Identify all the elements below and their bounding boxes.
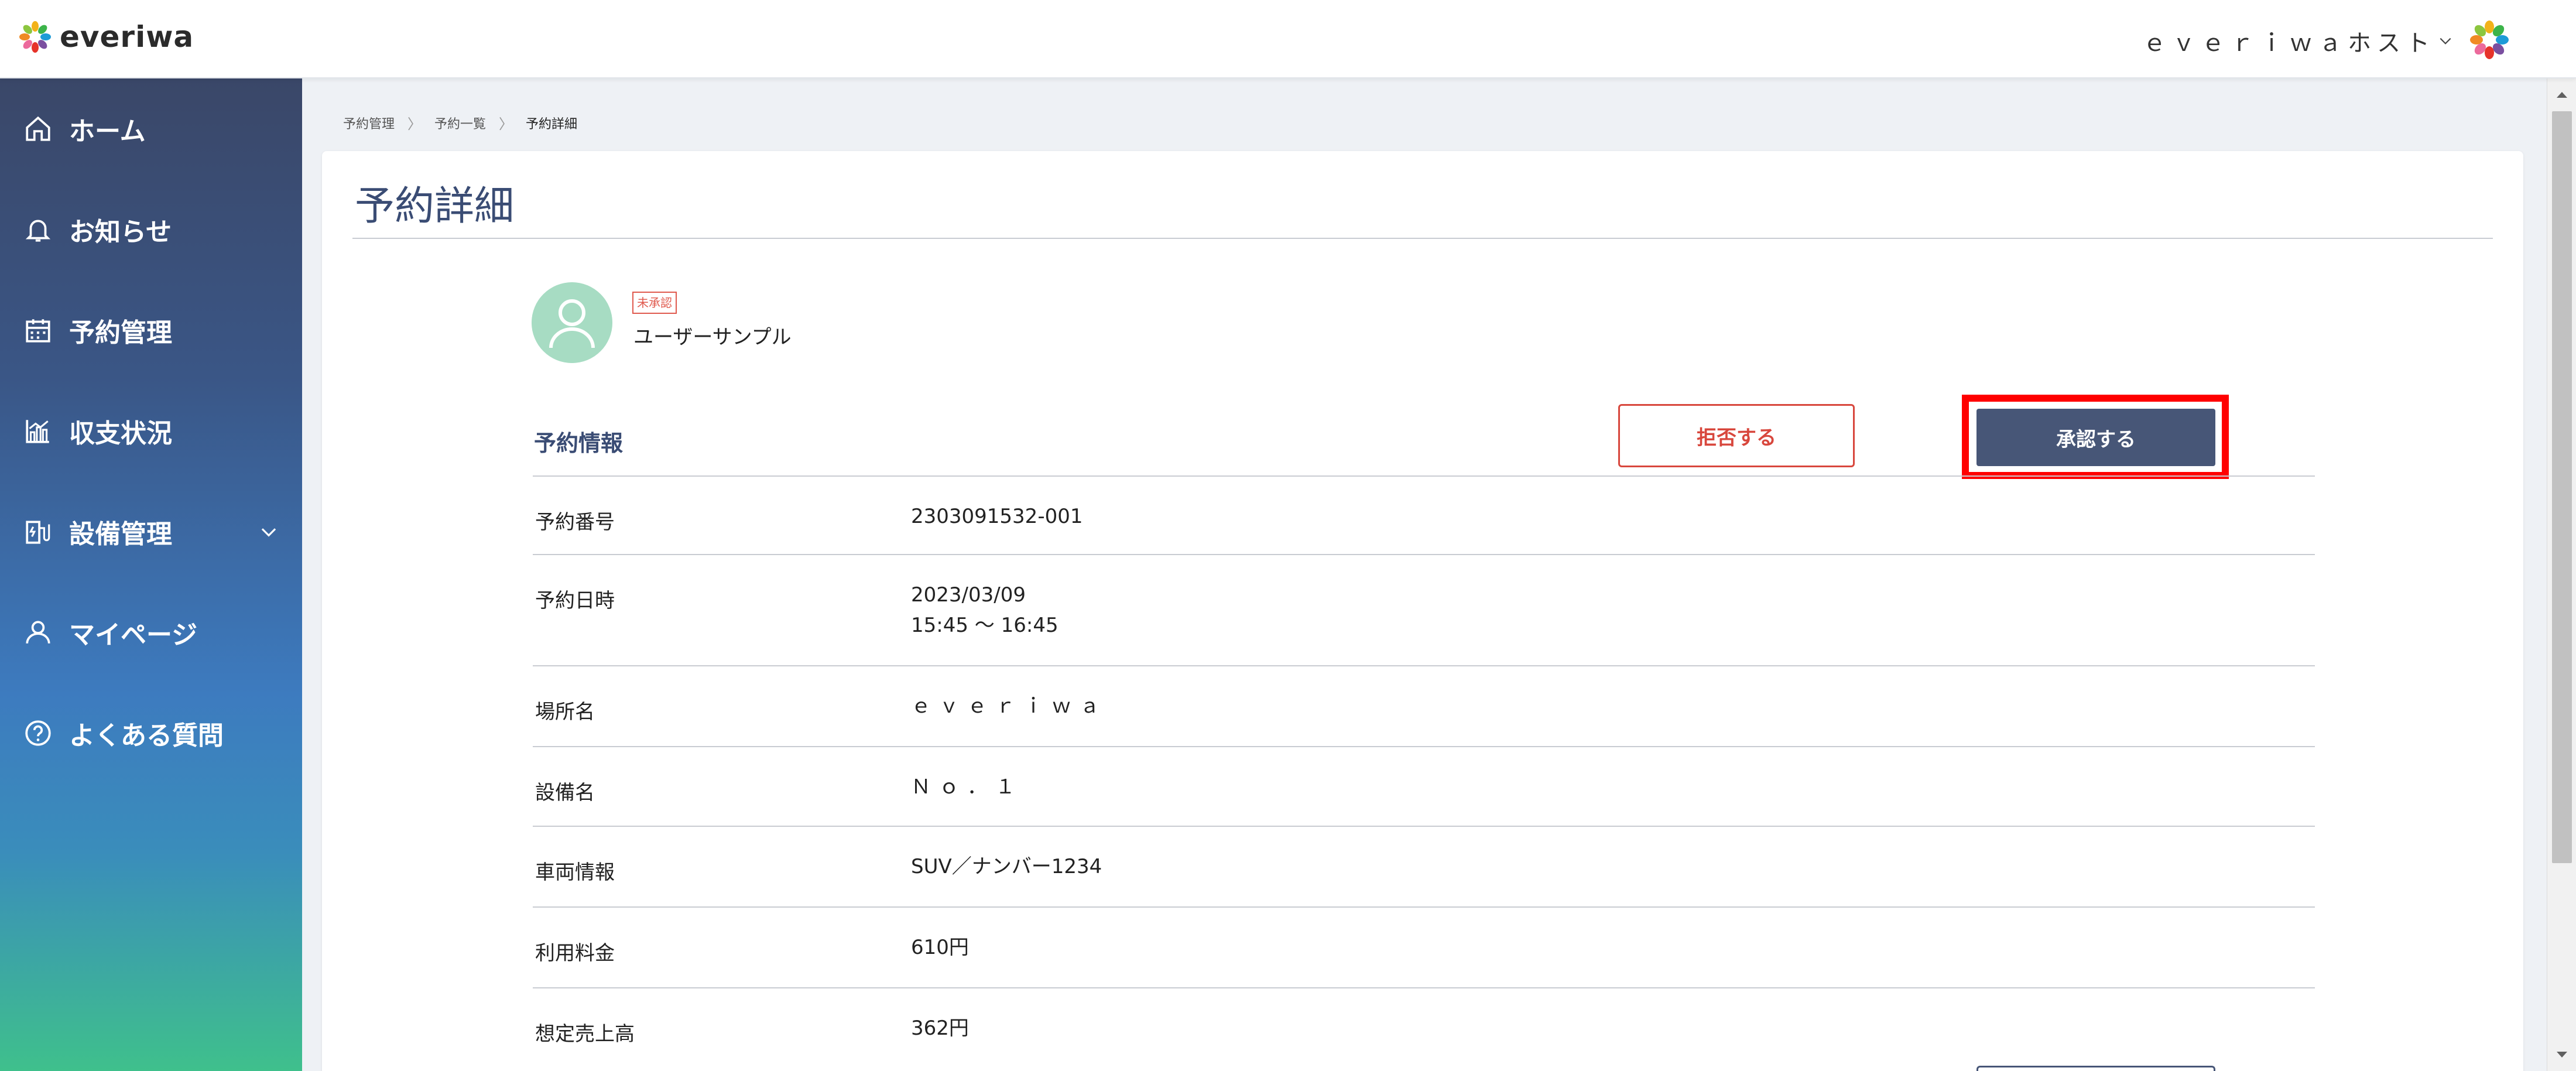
reservation-detail-card: 予約詳細 未承認 ユーザーサンプル 予約情報 拒否する 承認する 予約番号 23… bbox=[322, 151, 2523, 1071]
page-title: 予約詳細 bbox=[355, 183, 515, 230]
title-divider bbox=[352, 238, 2493, 239]
row-value-date: 2023/03/09 bbox=[911, 583, 1026, 607]
sidebar-item-label: 設備管理 bbox=[69, 519, 172, 549]
question-icon bbox=[25, 720, 51, 746]
host-avatar-icon[interactable] bbox=[2467, 18, 2512, 62]
row-label: 場所名 bbox=[535, 700, 595, 724]
top-bar: everiwa ｅｖｅｒｉｗａホスト bbox=[0, 0, 2576, 78]
breadcrumb-item-reservations[interactable]: 予約管理 bbox=[343, 114, 395, 132]
breadcrumb: 予約管理 〉 予約一覧 〉 予約詳細 bbox=[343, 112, 577, 133]
page-scrollbar[interactable] bbox=[2547, 78, 2576, 1071]
row-value: Ｎｏ．１ bbox=[911, 775, 1023, 799]
row-value: SUV／ナンバー1234 bbox=[911, 855, 1102, 878]
breadcrumb-item-current: 予約詳細 bbox=[526, 117, 578, 132]
row-value: ｅｖｅｒｉｗａ bbox=[911, 694, 1108, 718]
scroll-up-arrow-icon[interactable] bbox=[2547, 78, 2576, 111]
logo[interactable]: everiwa bbox=[16, 16, 194, 57]
sidebar-item-home[interactable]: ホーム bbox=[0, 94, 302, 164]
row-label: 予約日時 bbox=[535, 589, 615, 613]
sidebar-item-label: マイページ bbox=[69, 620, 198, 650]
next-button-partial[interactable] bbox=[1976, 1066, 2215, 1071]
logo-text: everiwa bbox=[60, 20, 194, 54]
sidebar-item-label: お知らせ bbox=[69, 217, 172, 247]
row-value: 2303091532-001 bbox=[911, 505, 1083, 528]
reservation-info-table: 予約番号 2303091532-001 予約日時 2023/03/09 15:4… bbox=[533, 475, 2315, 1063]
chevron-down-icon bbox=[261, 528, 276, 537]
equipment-icon bbox=[26, 521, 50, 544]
row-label: 設備名 bbox=[535, 781, 595, 805]
row-value: 610円 bbox=[911, 936, 969, 959]
status-badge: 未承認 bbox=[632, 292, 677, 314]
row-label: 車両情報 bbox=[535, 861, 615, 884]
sidebar-item-income[interactable]: 収支状況 bbox=[0, 396, 302, 466]
breadcrumb-separator-icon: 〉 bbox=[499, 116, 513, 132]
table-row: 予約番号 2303091532-001 bbox=[533, 475, 2315, 554]
table-row: 予約日時 2023/03/09 15:45 〜 16:45 bbox=[533, 554, 2315, 665]
row-label: 想定売上高 bbox=[535, 1022, 635, 1046]
calendar-icon bbox=[26, 319, 50, 343]
host-account-menu[interactable]: ｅｖｅｒｉｗａホスト bbox=[2143, 23, 2453, 59]
main-content: 予約管理 〉 予約一覧 〉 予約詳細 予約詳細 未承認 ユーザーサンプル 予約情… bbox=[302, 78, 2547, 1071]
sidebar-item-notifications[interactable]: お知らせ bbox=[0, 194, 302, 265]
user-name: ユーザーサンプル bbox=[633, 326, 792, 349]
chart-icon bbox=[26, 420, 49, 443]
row-value: 362円 bbox=[911, 1017, 969, 1040]
home-icon bbox=[26, 116, 50, 141]
breadcrumb-separator-icon: 〉 bbox=[407, 116, 422, 132]
breadcrumb-item-list[interactable]: 予約一覧 bbox=[434, 114, 486, 132]
sidebar-item-reservations[interactable]: 予約管理 bbox=[0, 295, 302, 365]
approve-button[interactable]: 承認する bbox=[1976, 409, 2215, 466]
sidebar-item-label: よくある質問 bbox=[69, 721, 224, 751]
sidebar-item-faq[interactable]: よくある質問 bbox=[0, 698, 302, 768]
reject-button[interactable]: 拒否する bbox=[1618, 404, 1855, 467]
table-row: 車両情報 SUV／ナンバー1234 bbox=[533, 826, 2315, 906]
table-row: 想定売上高 362円 bbox=[533, 987, 2315, 1063]
row-label: 予約番号 bbox=[535, 511, 615, 534]
table-row: 利用料金 610円 bbox=[533, 906, 2315, 987]
sidebar-item-label: 予約管理 bbox=[69, 318, 172, 348]
sidebar: ホーム お知らせ 予約管理 収支状況 設備管理 マイページ よくある質問 bbox=[0, 78, 302, 1071]
scroll-down-arrow-icon[interactable] bbox=[2547, 1038, 2576, 1071]
chevron-down-icon bbox=[2440, 37, 2451, 45]
sidebar-item-label: 収支状況 bbox=[69, 419, 172, 449]
table-row: 場所名 ｅｖｅｒｉｗａ bbox=[533, 665, 2315, 746]
row-label: 利用料金 bbox=[535, 942, 615, 965]
user-avatar-icon bbox=[532, 282, 612, 363]
everiwa-flower-icon bbox=[19, 21, 51, 53]
sidebar-item-mypage[interactable]: マイページ bbox=[0, 597, 302, 668]
sidebar-item-label: ホーム bbox=[69, 117, 146, 146]
sidebar-item-equipment[interactable]: 設備管理 bbox=[0, 497, 302, 567]
table-row: 設備名 Ｎｏ．１ bbox=[533, 746, 2315, 826]
row-value-time: 15:45 〜 16:45 bbox=[911, 614, 1059, 637]
scroll-thumb[interactable] bbox=[2552, 111, 2572, 863]
host-name: ｅｖｅｒｉｗａホスト bbox=[2143, 30, 2435, 57]
user-icon bbox=[26, 621, 50, 644]
bell-icon bbox=[25, 220, 51, 242]
section-title-reservation-info: 予約情報 bbox=[534, 430, 624, 456]
